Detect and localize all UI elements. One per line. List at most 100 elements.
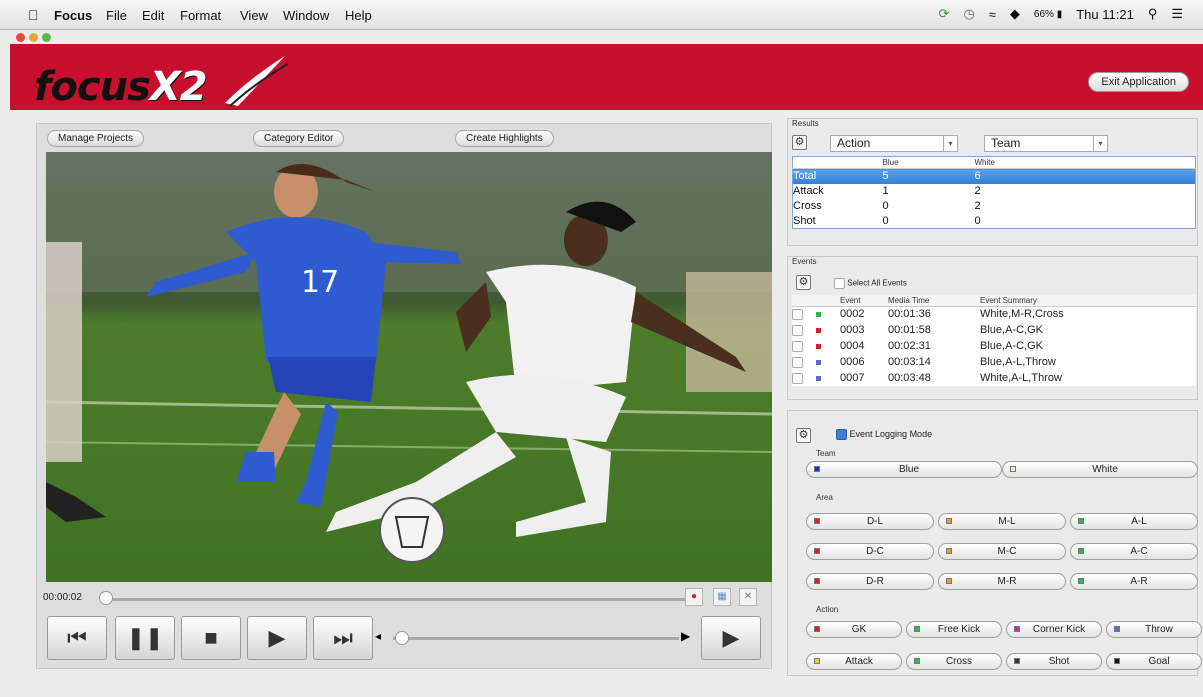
action-button-throw-label: Throw (1145, 624, 1173, 635)
record-icon[interactable]: ● (685, 588, 703, 606)
events-gear-icon[interactable]: ⚙ (796, 275, 811, 290)
action-button-gk[interactable]: GK (806, 621, 902, 638)
events-title: Events (792, 257, 817, 266)
action-button-cross[interactable]: Cross (906, 653, 1002, 670)
timeline-track[interactable] (107, 598, 687, 601)
menu-file[interactable]: File (106, 8, 127, 23)
apple-icon[interactable]:  (28, 7, 39, 23)
event-row-checkbox[interactable] (792, 356, 803, 368)
area-button-m-c-label: M-C (997, 546, 1017, 557)
area-button-d-l[interactable]: D-L (806, 513, 934, 530)
skip-back-button[interactable]: ⏮ (47, 616, 107, 660)
action-button-shot[interactable]: Shot (1006, 653, 1102, 670)
menu-view[interactable]: View (240, 8, 268, 23)
color-swatch-icon (946, 548, 952, 554)
events-header-summary[interactable]: Event Summary (980, 295, 1196, 307)
area-button-a-l[interactable]: A-L (1070, 513, 1198, 530)
menu-edit[interactable]: Edit (142, 8, 164, 23)
event-row-checkbox[interactable] (792, 340, 803, 352)
team-button-white[interactable]: White (1002, 461, 1198, 478)
table-row[interactable]: 0004 00:02:31 Blue,A-C,GK (792, 338, 1196, 354)
select-all-events[interactable]: Select All Events (834, 278, 907, 289)
battery-status[interactable]: 66% ▮ (1034, 9, 1062, 20)
sync-icon[interactable]: ⟳ (939, 6, 950, 22)
area-button-a-l-label: A-L (1131, 516, 1147, 527)
table-row[interactable]: Attack 1 2 (793, 184, 1196, 199)
color-swatch-icon (814, 518, 820, 524)
area-button-a-c[interactable]: A-C (1070, 543, 1198, 560)
video-viewer[interactable]: 17 (46, 152, 772, 582)
logging-gear-icon[interactable]: ⚙ (796, 428, 811, 443)
stop-button[interactable]: ■ (181, 616, 241, 660)
team-button-blue[interactable]: Blue (806, 461, 1002, 478)
table-row[interactable]: 0002 00:01:36 White,M-R,Cross (792, 306, 1196, 322)
area-button-m-l[interactable]: M-L (938, 513, 1066, 530)
minimize-window-button[interactable] (29, 33, 38, 42)
action-button-goal[interactable]: Goal (1106, 653, 1202, 670)
event-logging-checkbox[interactable] (836, 429, 847, 441)
area-button-d-c[interactable]: D-C (806, 543, 934, 560)
table-row[interactable]: 0003 00:01:58 Blue,A-C,GK (792, 322, 1196, 338)
area-button-a-r[interactable]: A-R (1070, 573, 1198, 590)
exit-application-button[interactable]: Exit Application (1088, 72, 1189, 92)
close-window-button[interactable] (16, 33, 25, 42)
list-icon[interactable]: ☰ (1171, 6, 1183, 22)
skip-forward-button[interactable]: ⏭ (313, 616, 373, 660)
results-blue-value: 5 (882, 168, 975, 184)
table-row[interactable]: Cross 0 2 (793, 199, 1196, 214)
skip-back-icon: ⏮ (67, 625, 87, 650)
grid-icon[interactable]: ▦ (713, 588, 731, 606)
zoom-window-button[interactable] (42, 33, 51, 42)
color-swatch-icon (946, 578, 952, 584)
spotlight-icon[interactable]: ⚲ (1148, 6, 1158, 22)
close-icon[interactable]: ✕ (739, 588, 757, 606)
table-row[interactable]: Total 5 6 (792, 168, 1196, 184)
select-all-checkbox[interactable] (834, 278, 845, 289)
area-button-m-r[interactable]: M-R (938, 573, 1066, 590)
time-machine-icon[interactable]: ◷ (963, 6, 974, 22)
event-row-checkbox-cell (792, 338, 816, 354)
menubar-clock[interactable]: Thu 11:21 (1076, 7, 1134, 22)
action-button-free-kick[interactable]: Free Kick (906, 621, 1002, 638)
playback-slider-handle[interactable] (395, 631, 409, 645)
menu-window[interactable]: Window (283, 8, 329, 23)
action-button-attack[interactable]: Attack (806, 653, 902, 670)
events-header-event[interactable]: Event (840, 295, 888, 307)
category-editor-button[interactable]: Category Editor (253, 130, 345, 147)
results-row-select[interactable]: Action ▾ (830, 135, 958, 152)
results-col-select[interactable]: Team ▾ (984, 135, 1108, 152)
area-button-d-r[interactable]: D-R (806, 573, 934, 590)
menu-help[interactable]: Help (345, 8, 372, 23)
results-header-white[interactable]: White (974, 156, 1196, 169)
action-button-corner-kick[interactable]: Corner Kick (1006, 621, 1102, 638)
menu-app[interactable]: Focus (54, 8, 92, 23)
event-row-checkbox[interactable] (792, 308, 803, 320)
event-logging-mode-toggle[interactable]: Event Logging Mode (836, 429, 932, 441)
menu-bar:  Focus File Edit Format View Window Hel… (0, 0, 1203, 30)
playback-slider-track[interactable] (393, 637, 679, 640)
create-highlights-button[interactable]: Create Highlights (455, 130, 554, 147)
results-header-blue[interactable]: Blue (882, 156, 975, 169)
color-swatch-icon (1114, 658, 1120, 664)
color-swatch-icon (1078, 548, 1084, 554)
volume-icon[interactable]: ◆ (1010, 6, 1020, 22)
events-header-time[interactable]: Media Time (888, 295, 980, 307)
table-row[interactable]: 0007 00:03:48 White,A-L,Throw (792, 370, 1196, 386)
play-highlight-button[interactable]: ▶ (701, 616, 761, 660)
events-header-check (792, 295, 816, 307)
table-row[interactable]: Shot 0 0 (793, 214, 1196, 229)
battery-percent: 66% (1033, 8, 1054, 20)
area-button-m-c[interactable]: M-C (938, 543, 1066, 560)
play-button[interactable]: ▶ (247, 616, 307, 660)
action-button-throw[interactable]: Throw (1106, 621, 1202, 638)
results-gear-icon[interactable]: ⚙ (792, 135, 807, 150)
menu-format[interactable]: Format (180, 8, 221, 23)
pause-button[interactable]: ❚❚ (115, 616, 175, 660)
event-row-checkbox[interactable] (792, 372, 803, 384)
event-row-checkbox[interactable] (792, 324, 803, 336)
table-row[interactable]: 0006 00:03:14 Blue,A-L,Throw (792, 354, 1196, 370)
manage-projects-button[interactable]: Manage Projects (47, 130, 145, 147)
color-swatch-icon (1010, 466, 1016, 472)
wifi-icon[interactable]: ≈ (989, 7, 996, 22)
timeline-handle[interactable] (99, 591, 113, 605)
